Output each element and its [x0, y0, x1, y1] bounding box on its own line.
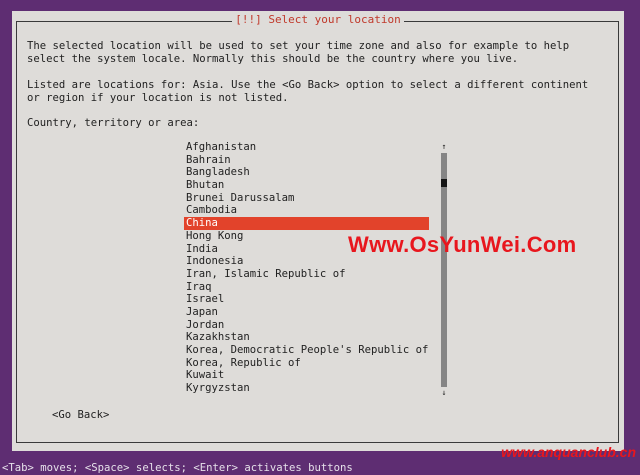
country-option[interactable]: Bangladesh	[184, 166, 429, 179]
country-list-scrollbar[interactable]: ↑ ↓	[440, 143, 448, 397]
installer-dialog: [!!] Select your location The selected l…	[12, 11, 624, 451]
country-option[interactable]: Kuwait	[184, 369, 429, 382]
country-option[interactable]: Brunei Darussalam	[184, 192, 429, 205]
country-option-selected[interactable]: China	[184, 217, 429, 230]
status-bar: <Tab> moves; <Space> selects; <Enter> ac…	[0, 461, 640, 475]
country-option[interactable]: Kazakhstan	[184, 331, 429, 344]
country-option[interactable]: Jordan	[184, 319, 429, 332]
country-option[interactable]: Israel	[184, 293, 429, 306]
info-line-2: or region if your location is not listed…	[27, 92, 289, 104]
dialog-title-bar: [!!] Select your location	[12, 13, 624, 27]
country-option[interactable]: Afghanistan	[184, 141, 429, 154]
country-option[interactable]: Bahrain	[184, 154, 429, 167]
go-back-button[interactable]: <Go Back>	[52, 409, 109, 422]
description-line-2: select the system locale. Normally this …	[27, 53, 519, 65]
description-line-1: The selected location will be used to se…	[27, 40, 570, 52]
scrollbar-track[interactable]	[441, 153, 447, 387]
info-line-1: Listed are locations for: Asia. Use the …	[27, 79, 589, 91]
country-option[interactable]: Korea, Republic of	[184, 357, 429, 370]
watermark-osyunwei: Www.OsYunWei.Com	[348, 232, 577, 257]
country-option[interactable]: Bhutan	[184, 179, 429, 192]
scrollbar-thumb[interactable]	[441, 179, 447, 187]
arrow-up-icon[interactable]: ↑	[440, 143, 448, 151]
country-option[interactable]: Iran, Islamic Republic of	[184, 268, 429, 281]
dialog-title: [!!] Select your location	[232, 13, 404, 26]
country-option[interactable]: Cambodia	[184, 204, 429, 217]
country-option[interactable]: Kyrgyzstan	[184, 382, 429, 395]
country-option[interactable]: Japan	[184, 306, 429, 319]
country-list[interactable]: Afghanistan Bahrain Bangladesh Bhutan Br…	[184, 141, 429, 395]
watermark-anquanclub: www.anquanclub.cn	[501, 444, 636, 460]
arrow-down-icon[interactable]: ↓	[440, 389, 448, 397]
country-option[interactable]: Korea, Democratic People's Republic of	[184, 344, 429, 357]
country-option[interactable]: Iraq	[184, 281, 429, 294]
country-prompt: Country, territory or area:	[27, 117, 200, 129]
